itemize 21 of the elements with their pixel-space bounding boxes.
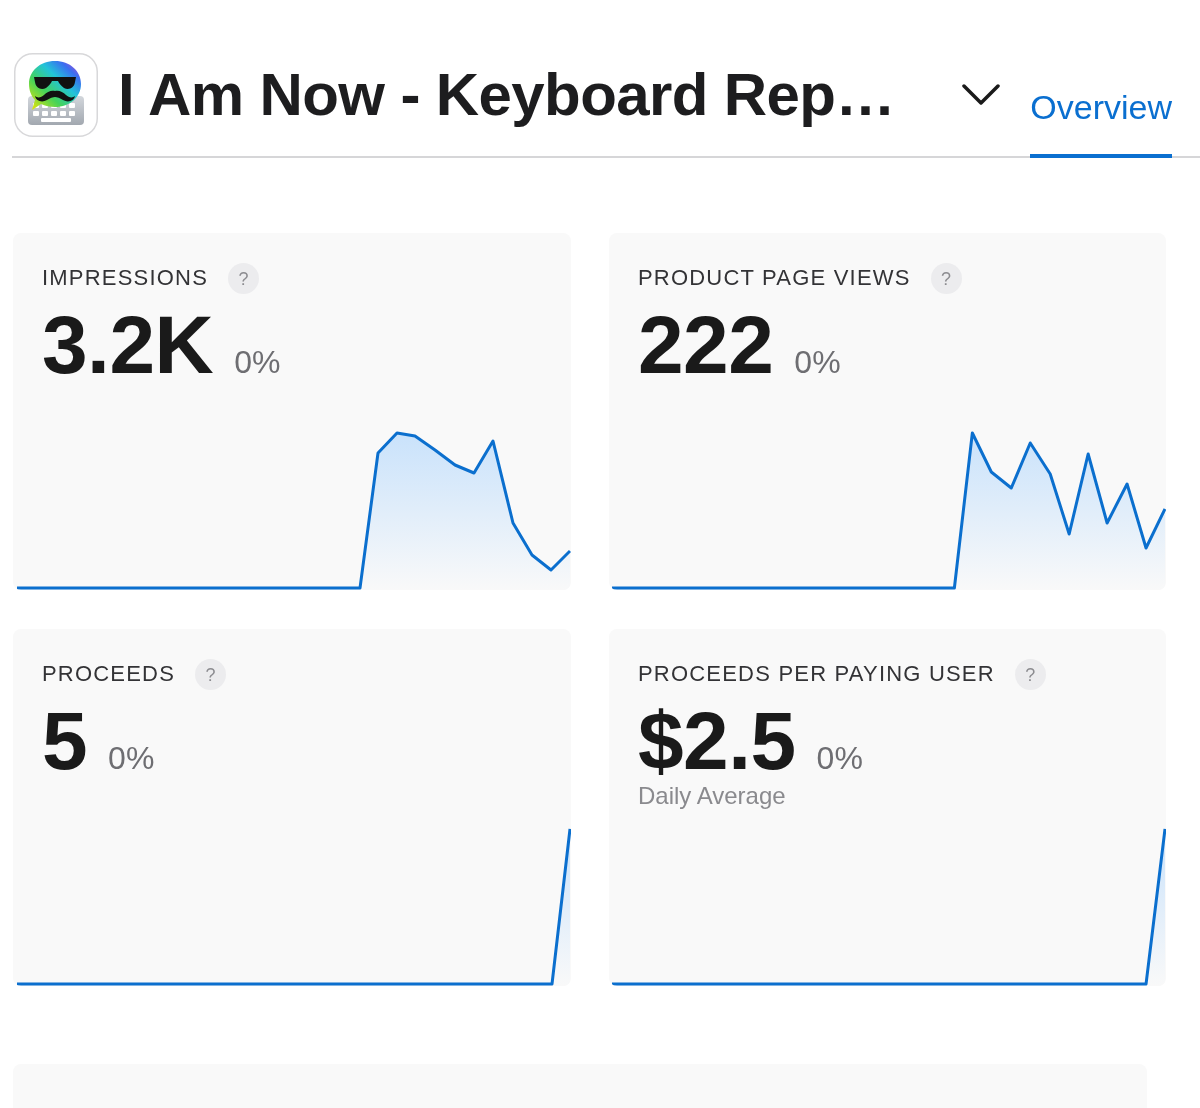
metric-value: 222 [638, 304, 774, 386]
metric-value: $2.5 [638, 700, 796, 782]
overview-tab[interactable]: Overview [1030, 87, 1172, 158]
metric-label: IMPRESSIONS [42, 265, 208, 292]
chevron-down-icon[interactable] [962, 84, 1001, 106]
app-icon [14, 53, 98, 137]
metric-note: Daily Average [638, 782, 787, 811]
metric-label: PROCEEDS PER PAYING USER [638, 661, 995, 688]
metric-label: PRODUCT PAGE VIEWS [638, 265, 911, 292]
help-button[interactable]: ? [228, 263, 259, 294]
app-title: I Am Now - Keyboard Rep… [118, 62, 895, 128]
metric-value: 3.2K [42, 304, 214, 386]
change-percent: 0% [816, 742, 863, 774]
change-percent: 0% [794, 346, 841, 378]
help-button[interactable]: ? [1014, 659, 1046, 690]
help-button[interactable]: ? [195, 659, 227, 690]
metric-value: 5 [42, 700, 88, 782]
change-percent: 0% [234, 346, 281, 378]
change-percent: 0% [108, 742, 155, 774]
metric-label: PROCEEDS [42, 661, 176, 688]
help-button[interactable]: ? [930, 263, 962, 294]
